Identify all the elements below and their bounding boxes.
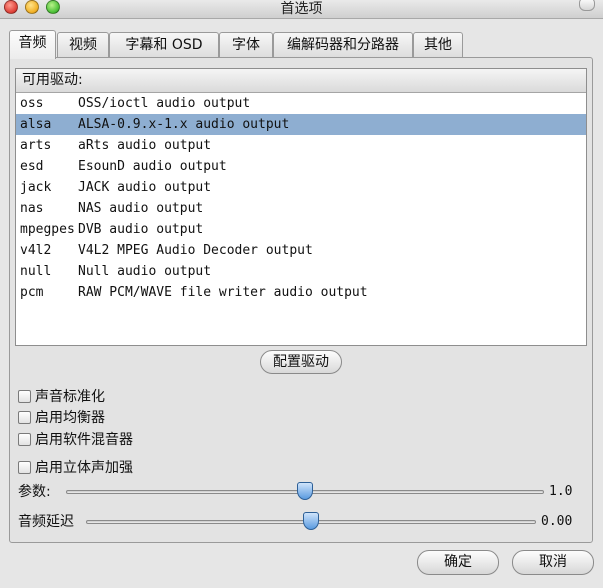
driver-row-v4l2[interactable]: v4l2 V4L2 MPEG Audio Decoder output	[16, 240, 586, 261]
tab-subtitles-osd[interactable]: 字幕和 OSD	[109, 32, 219, 58]
driver-row-nas[interactable]: nas NAS audio output	[16, 198, 586, 219]
cancel-button[interactable]: 取消	[512, 550, 594, 575]
software-mixer-checkbox[interactable]	[18, 433, 31, 446]
toolbar-toggle-icon[interactable]	[579, 0, 595, 11]
tab-font[interactable]: 字体	[219, 32, 273, 58]
driver-name: pcm	[20, 285, 44, 300]
driver-row-esd[interactable]: esd EsounD audio output	[16, 156, 586, 177]
driver-name: jack	[20, 180, 52, 195]
driver-list[interactable]: 可用驱动: oss OSS/ioctl audio output alsa ALSA-…	[15, 68, 587, 346]
driver-row-null[interactable]: null Null audio output	[16, 261, 586, 282]
driver-name: null	[20, 264, 52, 279]
driver-name: alsa	[20, 117, 52, 132]
driver-rows: oss OSS/ioctl audio output alsa ALSA-0.9.x-…	[16, 93, 586, 303]
configure-driver-button[interactable]: 配置驱动	[260, 350, 342, 374]
software-mixer-label: 启用软件混音器	[35, 432, 133, 448]
driver-description: Null audio output	[78, 264, 212, 279]
audio-panel: 可用驱动: oss OSS/ioctl audio output alsa ALSA-…	[9, 57, 593, 543]
coefficient-label: 参数:	[18, 484, 51, 500]
normalize-label: 声音标准化	[35, 389, 105, 405]
driver-description: DVB audio output	[78, 222, 204, 237]
driver-name: mpegpes	[20, 222, 74, 237]
driver-row-oss[interactable]: oss OSS/ioctl audio output	[16, 93, 586, 114]
tab-video[interactable]: 视频	[57, 32, 109, 58]
extra-stereo-label: 启用立体声加强	[35, 460, 133, 476]
audio-delay-value: 0.00	[541, 514, 573, 529]
tab-misc[interactable]: 其他	[413, 32, 463, 58]
driver-row-mpegpes[interactable]: mpegpes DVB audio output	[16, 219, 586, 240]
equalizer-checkbox[interactable]	[18, 411, 31, 424]
driver-name: arts	[20, 138, 52, 153]
tab-audio[interactable]: 音频	[9, 30, 56, 59]
driver-description: V4L2 MPEG Audio Decoder output	[78, 243, 313, 258]
driver-name: esd	[20, 159, 44, 174]
driver-description: aRts audio output	[78, 138, 212, 153]
driver-description: ALSA-0.9.x-1.x audio output	[78, 117, 290, 132]
tab-codecs-demuxers[interactable]: 编解码器和分路器	[273, 32, 413, 58]
driver-name: v4l2	[20, 243, 52, 258]
driver-row-jack[interactable]: jack JACK audio output	[16, 177, 586, 198]
driver-name: nas	[20, 201, 44, 216]
normalize-checkbox[interactable]	[18, 390, 31, 403]
driver-description: NAS audio output	[78, 201, 204, 216]
driver-row-arts[interactable]: arts aRts audio output	[16, 135, 586, 156]
driver-row-pcm[interactable]: pcm RAW PCM/WAVE file writer audio output	[16, 282, 586, 303]
driver-name: oss	[20, 96, 44, 111]
title-bar: 首选项	[0, 0, 603, 19]
driver-row-alsa[interactable]: alsa ALSA-0.9.x-1.x audio output	[16, 114, 586, 135]
window-title: 首选项	[280, 1, 323, 17]
driver-description: JACK audio output	[78, 180, 212, 195]
equalizer-label: 启用均衡器	[35, 410, 105, 426]
driver-list-header: 可用驱动:	[16, 69, 586, 93]
driver-description: OSS/ioctl audio output	[78, 96, 251, 111]
extra-stereo-checkbox[interactable]	[18, 461, 31, 474]
audio-delay-slider-knob[interactable]	[303, 512, 319, 530]
ok-button[interactable]: 确定	[417, 550, 499, 575]
driver-description: RAW PCM/WAVE file writer audio output	[78, 285, 368, 300]
driver-description: EsounD audio output	[78, 159, 227, 174]
coefficient-value: 1.0	[549, 484, 573, 499]
audio-delay-label: 音频延迟	[18, 514, 74, 530]
coefficient-slider-knob[interactable]	[297, 482, 313, 500]
